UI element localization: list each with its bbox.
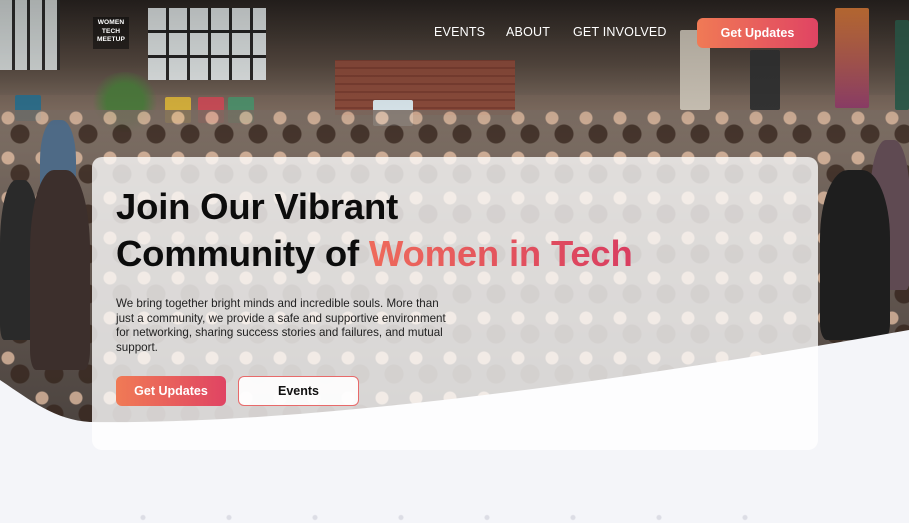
hero-events-button[interactable]: Events (238, 376, 359, 406)
hero-title-accent: Women in Tech (368, 233, 633, 274)
nav-link-get-involved[interactable]: GET INVOLVED (573, 25, 667, 39)
nav-link-about[interactable]: ABOUT (506, 25, 550, 39)
hero-title: Join Our Vibrant Community of Women in T… (116, 183, 716, 277)
hero-get-updates-button[interactable]: Get Updates (116, 376, 226, 406)
nav-link-events[interactable]: EVENTS (434, 25, 485, 39)
decorative-dots (100, 512, 820, 523)
site-logo[interactable]: WOMEN TECH MEETUP (93, 17, 129, 49)
site-header: WOMEN TECH MEETUP EVENTS ABOUT GET INVOL… (0, 0, 909, 66)
header-get-updates-button[interactable]: Get Updates (697, 18, 818, 48)
hero-title-line1: Join Our Vibrant (116, 186, 399, 227)
logo-line: TECH (101, 27, 121, 35)
hero-title-line2-prefix: Community of (116, 233, 369, 274)
hero-description: We bring together bright minds and incre… (116, 297, 446, 354)
logo-line: MEETUP (96, 36, 126, 43)
logo-line: WOMEN (97, 19, 125, 26)
